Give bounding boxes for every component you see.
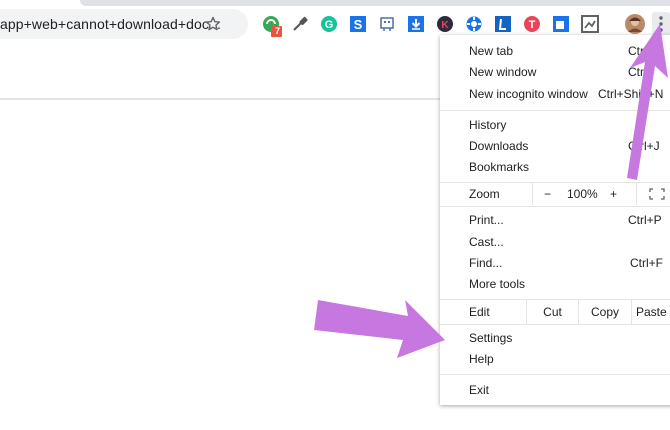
- menu-item-edit: Edit Cut Copy Paste: [440, 300, 670, 324]
- svg-text:K: K: [441, 20, 449, 31]
- zoom-label: Zoom: [469, 187, 500, 201]
- extension-badge-count: 7: [274, 26, 280, 36]
- edit-divider: [631, 300, 632, 324]
- menu-item-shortcut: Ctrl+J: [628, 139, 660, 153]
- zoom-level: 100%: [567, 187, 598, 201]
- address-bar-text[interactable]: app+web+cannot+download+doc...: [0, 16, 221, 32]
- menu-item-label: Exit: [469, 383, 490, 397]
- blue-gear-extension-icon[interactable]: [465, 15, 483, 33]
- svg-text:G: G: [325, 19, 334, 31]
- menu-item-new-window[interactable]: New window Ctrl: [440, 62, 670, 83]
- svg-text:S: S: [354, 17, 363, 32]
- menu-item-label: Bookmarks: [469, 160, 530, 174]
- menu-item-shortcut: Ctrl: [628, 44, 647, 58]
- download-arrow-extension-icon[interactable]: [407, 15, 425, 33]
- robot-extension-icon[interactable]: [378, 15, 396, 33]
- menu-item-print[interactable]: Print... Ctrl+P: [440, 210, 670, 231]
- zoom-out-button[interactable]: −: [544, 187, 551, 201]
- menu-item-shortcut: Ctrl: [628, 65, 647, 79]
- menu-item-label: Print...: [469, 213, 504, 227]
- menu-separator: [440, 324, 670, 325]
- menu-item-cast[interactable]: Cast...: [440, 232, 670, 253]
- star-icon[interactable]: [205, 16, 221, 32]
- menu-item-history[interactable]: History: [440, 115, 670, 136]
- address-bar[interactable]: app+web+cannot+download+doc...: [0, 9, 248, 39]
- svg-text:T: T: [529, 19, 536, 31]
- profile-avatar[interactable]: [624, 13, 646, 35]
- menu-item-label: Downloads: [469, 139, 529, 153]
- eyedropper-extension-icon[interactable]: [291, 15, 309, 33]
- menu-item-find[interactable]: Find... Ctrl+F: [440, 253, 670, 274]
- paste-button[interactable]: Paste: [636, 300, 670, 324]
- menu-item-downloads[interactable]: Downloads Ctrl+J: [440, 136, 670, 157]
- k-circle-extension-icon[interactable]: K: [436, 15, 454, 33]
- menu-item-shortcut: Ctrl+P: [628, 213, 662, 227]
- edit-label: Edit: [469, 305, 490, 319]
- menu-item-label: Find...: [469, 256, 503, 270]
- menu-item-label: New incognito window: [469, 87, 588, 101]
- three-dot-menu-icon[interactable]: [652, 12, 670, 36]
- fullscreen-icon[interactable]: [649, 188, 665, 200]
- cut-button[interactable]: Cut: [527, 300, 578, 324]
- zoom-divider: [532, 183, 533, 205]
- l-square-extension-icon[interactable]: [494, 15, 512, 33]
- gray-image-extension-icon[interactable]: [581, 15, 599, 33]
- copy-button[interactable]: Copy: [579, 300, 631, 324]
- menu-item-bookmarks[interactable]: Bookmarks: [440, 157, 670, 178]
- grammarly-extension-icon[interactable]: G: [320, 15, 338, 33]
- menu-item-label: New tab: [469, 44, 514, 58]
- zoom-in-button[interactable]: +: [610, 187, 617, 201]
- red-t-circle-extension-icon[interactable]: T: [523, 15, 541, 33]
- menu-item-zoom: Zoom − 100% +: [440, 183, 670, 205]
- menu-item-label: Cast...: [469, 235, 504, 249]
- menu-item-shortcut: Ctrl+Shift+N: [598, 87, 664, 101]
- chrome-main-menu: New tab Ctrl New window Ctrl New incogni…: [440, 35, 670, 405]
- menu-separator: [440, 374, 670, 375]
- menu-separator: [440, 110, 670, 111]
- blue-square-extension-icon[interactable]: [552, 15, 570, 33]
- menu-item-label: Settings: [469, 331, 513, 345]
- menu-item-label: New window: [469, 65, 537, 79]
- menu-item-help[interactable]: Help: [440, 349, 670, 370]
- menu-item-shortcut: Ctrl+F: [630, 256, 663, 270]
- menu-item-label: History: [469, 118, 507, 132]
- menu-item-exit[interactable]: Exit: [440, 380, 670, 401]
- menu-item-label: More tools: [469, 277, 526, 291]
- menu-item-new-incognito-window[interactable]: New incognito window Ctrl+Shift+N: [440, 84, 670, 105]
- s-square-extension-icon[interactable]: S: [349, 15, 367, 33]
- zoom-divider: [636, 183, 637, 205]
- menu-separator: [440, 206, 670, 207]
- green-circle-extension-icon[interactable]: 7: [262, 15, 282, 37]
- menu-item-label: Help: [469, 352, 494, 366]
- menu-item-more-tools[interactable]: More tools: [440, 274, 670, 295]
- menu-item-new-tab[interactable]: New tab Ctrl: [440, 41, 670, 62]
- menu-item-settings[interactable]: Settings: [440, 328, 670, 349]
- page-divider: [0, 98, 440, 100]
